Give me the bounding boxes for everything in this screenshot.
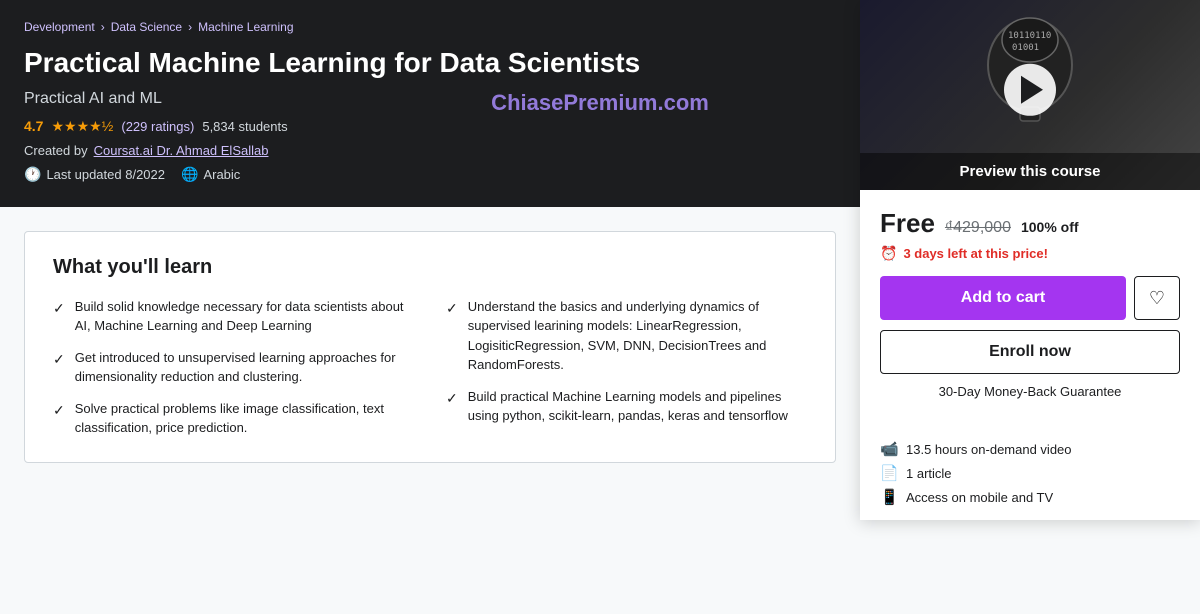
includes-list: 📹 13.5 hours on-demand video 📄 1 article… [880, 440, 1180, 506]
learn-text-5: Build practical Machine Learning models … [468, 387, 807, 426]
check-icon-2: ✓ [53, 349, 65, 370]
card-body: Free ₫429,000 100% off ⏰ 3 days left at … [860, 190, 1200, 520]
clock-icon: 🕐 [24, 166, 41, 183]
timer-text: 3 days left at this price! [903, 246, 1048, 261]
breadcrumb-datascience[interactable]: Data Science [111, 20, 182, 34]
svg-text:10110110: 10110110 [1008, 31, 1051, 41]
learn-text-2: Get introduced to unsupervised learning … [75, 348, 414, 387]
includes-item-video: 📹 13.5 hours on-demand video [880, 440, 1180, 458]
meta-row: 🕐 Last updated 8/2022 🌐 Arabic [24, 166, 640, 183]
play-button[interactable] [1004, 64, 1056, 116]
check-icon-4: ✓ [446, 298, 458, 319]
student-count: 5,834 students [202, 119, 287, 134]
hero-left: Development › Data Science › Machine Lea… [24, 20, 640, 183]
learn-title: What you'll learn [53, 256, 807, 279]
learn-col-left: ✓ Build solid knowledge necessary for da… [53, 297, 414, 438]
rating-row: 4.7 ★★★★½ (229 ratings) 5,834 students [24, 118, 640, 135]
sidebar-card: 10110110 01001 Preview this course Free … [860, 0, 1200, 520]
meta-updated-text: Last updated 8/2022 [46, 167, 165, 182]
learn-col-right: ✓ Understand the basics and underlying d… [446, 297, 807, 438]
preview-label: Preview this course [860, 153, 1200, 190]
wishlist-button[interactable]: ♡ [1134, 276, 1180, 320]
mobile-icon: 📱 [880, 488, 898, 506]
price-row: Free ₫429,000 100% off [880, 208, 1180, 239]
includes-video-text: 13.5 hours on-demand video [906, 442, 1072, 457]
breadcrumb-sep-1: › [101, 20, 105, 34]
course-title: Practical Machine Learning for Data Scie… [24, 46, 640, 80]
preview-thumbnail[interactable]: 10110110 01001 Preview this course [860, 0, 1200, 190]
rating-count: (229 ratings) [121, 119, 194, 134]
alarm-icon: ⏰ [880, 245, 897, 262]
learn-item-3: ✓ Solve practical problems like image cl… [53, 399, 414, 438]
instructor-label: Created by [24, 143, 88, 158]
instructor-row: Created by Coursat.ai Dr. Ahmad ElSallab [24, 143, 640, 158]
learn-card: What you'll learn ✓ Build solid knowledg… [24, 231, 836, 463]
timer-row: ⏰ 3 days left at this price! [880, 245, 1180, 262]
guarantee-text: 30-Day Money-Back Guarantee [880, 384, 1180, 399]
learn-text-3: Solve practical problems like image clas… [75, 399, 414, 438]
instructor-link[interactable]: Coursat.ai Dr. Ahmad ElSallab [94, 143, 269, 158]
includes-article-text: 1 article [906, 466, 952, 481]
price-free: Free [880, 208, 935, 239]
breadcrumb-sep-2: › [188, 20, 192, 34]
breadcrumb-development[interactable]: Development [24, 20, 95, 34]
price-original: ₫429,000 [945, 219, 1011, 237]
add-to-cart-button[interactable]: Add to cart [880, 276, 1126, 320]
includes-title: This course includes: [880, 413, 1180, 430]
svg-text:01001: 01001 [1012, 43, 1039, 53]
learn-text-1: Build solid knowledge necessary for data… [75, 297, 414, 336]
star-icons: ★★★★½ [51, 118, 113, 135]
enroll-now-button[interactable]: Enroll now [880, 330, 1180, 374]
play-icon [1021, 76, 1043, 104]
page-wrapper: Development › Data Science › Machine Lea… [0, 0, 1200, 614]
learn-item-5: ✓ Build practical Machine Learning model… [446, 387, 807, 426]
includes-item-mobile: 📱 Access on mobile and TV [880, 488, 1180, 506]
heart-icon: ♡ [1149, 288, 1165, 309]
learn-item-2: ✓ Get introduced to unsupervised learnin… [53, 348, 414, 387]
hero-section: Development › Data Science › Machine Lea… [0, 0, 1200, 207]
learn-item-4: ✓ Understand the basics and underlying d… [446, 297, 807, 375]
check-icon-1: ✓ [53, 298, 65, 319]
globe-icon: 🌐 [181, 166, 198, 183]
course-subtitle: Practical AI and ML [24, 90, 640, 108]
rating-score: 4.7 [24, 118, 43, 134]
video-icon: 📹 [880, 440, 898, 458]
meta-language-text: Arabic [203, 167, 240, 182]
check-icon-5: ✓ [446, 388, 458, 409]
learn-item-1: ✓ Build solid knowledge necessary for da… [53, 297, 414, 336]
check-icon-3: ✓ [53, 400, 65, 421]
btn-row: Add to cart ♡ [880, 276, 1180, 320]
breadcrumb-ml[interactable]: Machine Learning [198, 20, 293, 34]
learn-text-4: Understand the basics and underlying dyn… [468, 297, 807, 375]
meta-language: 🌐 Arabic [181, 166, 240, 183]
includes-item-article: 📄 1 article [880, 464, 1180, 482]
meta-updated: 🕐 Last updated 8/2022 [24, 166, 165, 183]
discount-badge: 100% off [1021, 219, 1079, 235]
learn-grid: ✓ Build solid knowledge necessary for da… [53, 297, 807, 438]
breadcrumb: Development › Data Science › Machine Lea… [24, 20, 640, 34]
includes-mobile-text: Access on mobile and TV [906, 490, 1053, 505]
article-icon: 📄 [880, 464, 898, 482]
main-content: What you'll learn ✓ Build solid knowledg… [0, 207, 860, 487]
